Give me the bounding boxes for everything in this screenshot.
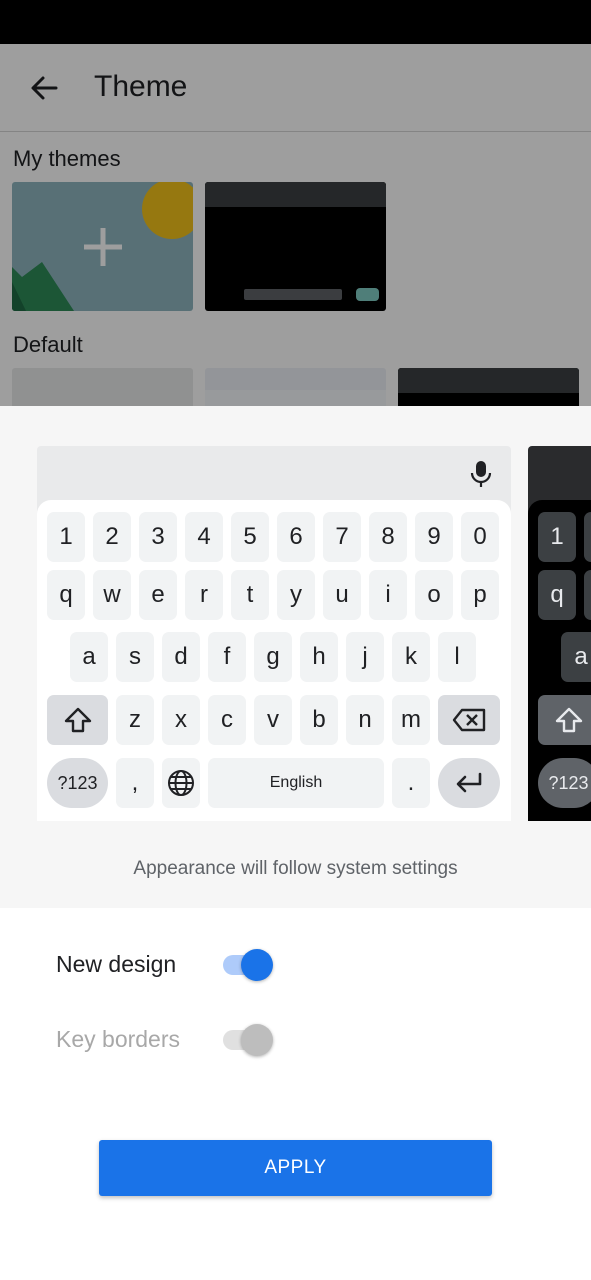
key-w[interactable]: w <box>93 570 131 620</box>
theme-bottom-sheet: ?123 , English . 1234567890qwertyuiopa s… <box>0 406 591 1280</box>
backspace-key[interactable] <box>438 695 500 745</box>
key-v[interactable]: v <box>254 695 292 745</box>
dark-symbols-key: ?123 <box>538 758 591 808</box>
switch-thumb <box>241 1024 273 1056</box>
scrim-overlay[interactable] <box>0 44 591 406</box>
key-a[interactable]: a <box>70 632 108 682</box>
dark-key <box>584 570 591 620</box>
key-y[interactable]: y <box>277 570 315 620</box>
dark-key-grid: 1 q a ?123 <box>528 500 591 821</box>
key-t[interactable]: t <box>231 570 269 620</box>
key-g[interactable]: g <box>254 632 292 682</box>
period-key[interactable]: . <box>392 758 430 808</box>
key-0[interactable]: 0 <box>461 512 499 562</box>
apply-button[interactable]: APPLY <box>99 1140 492 1196</box>
key-9[interactable]: 9 <box>415 512 453 562</box>
key-b[interactable]: b <box>300 695 338 745</box>
key-borders-row[interactable]: Key borders <box>56 1019 296 1059</box>
appearance-note: Appearance will follow system settings <box>133 858 458 879</box>
key-borders-switch[interactable] <box>221 1023 273 1057</box>
key-k[interactable]: k <box>392 632 430 682</box>
key-p[interactable]: p <box>461 570 499 620</box>
keyboard-preview-area: ?123 , English . 1234567890qwertyuiopa s… <box>0 406 591 908</box>
status-bar <box>0 0 591 44</box>
key-d[interactable]: d <box>162 632 200 682</box>
language-key[interactable] <box>162 758 200 808</box>
theme-page-background: Theme My themes Default <box>0 44 591 406</box>
shift-icon <box>555 707 582 733</box>
dark-key <box>584 512 591 562</box>
key-5[interactable]: 5 <box>231 512 269 562</box>
key-l[interactable]: l <box>438 632 476 682</box>
key-x[interactable]: x <box>162 695 200 745</box>
key-h[interactable]: h <box>300 632 338 682</box>
key-1[interactable]: 1 <box>47 512 85 562</box>
shift-icon <box>64 707 91 733</box>
key-grid: ?123 , English . 1234567890 qwertyuiop a s… <box>37 500 511 821</box>
key-8[interactable]: 8 <box>369 512 407 562</box>
key-3[interactable]: 3 <box>139 512 177 562</box>
comma-key[interactable]: , <box>116 758 154 808</box>
key-u[interactable]: u <box>323 570 361 620</box>
new-design-label: New design <box>56 951 177 977</box>
key-4[interactable]: 4 <box>185 512 223 562</box>
key-6[interactable]: 6 <box>277 512 315 562</box>
key-borders-label: Key borders <box>56 1026 181 1052</box>
symbols-key[interactable]: ?123 <box>47 758 108 808</box>
key-q[interactable]: q <box>47 570 85 620</box>
dark-keyboard-preview[interactable]: 1 q a ?123 <box>528 446 591 821</box>
new-design-row[interactable]: New design <box>56 944 296 984</box>
key-m[interactable]: m <box>392 695 430 745</box>
backspace-icon <box>452 708 486 732</box>
key-f[interactable]: f <box>208 632 246 682</box>
suggestion-strip <box>37 446 511 502</box>
key-z[interactable]: z <box>116 695 154 745</box>
key-2[interactable]: 2 <box>93 512 131 562</box>
enter-icon <box>456 772 482 793</box>
switch-thumb <box>241 949 273 981</box>
dark-key-q: q <box>538 570 576 620</box>
key-7[interactable]: 7 <box>323 512 361 562</box>
key-s[interactable]: s <box>116 632 154 682</box>
dark-key-a: a <box>561 632 591 682</box>
light-keyboard-preview[interactable]: ?123 , English . 1234567890 qwertyuiop a s… <box>37 446 511 821</box>
dark-shift-key <box>538 695 591 745</box>
enter-key[interactable] <box>438 758 500 808</box>
key-j[interactable]: j <box>346 632 384 682</box>
key-c[interactable]: c <box>208 695 246 745</box>
key-n[interactable]: n <box>346 695 384 745</box>
key-o[interactable]: o <box>415 570 453 620</box>
key-r[interactable]: r <box>185 570 223 620</box>
shift-key[interactable] <box>47 695 108 745</box>
key-i[interactable]: i <box>369 570 407 620</box>
globe-icon <box>168 770 194 796</box>
new-design-switch[interactable] <box>221 948 273 982</box>
dark-key-1: 1 <box>538 512 576 562</box>
space-key[interactable]: English <box>208 758 384 808</box>
key-e[interactable]: e <box>139 570 177 620</box>
mic-icon <box>470 461 492 487</box>
